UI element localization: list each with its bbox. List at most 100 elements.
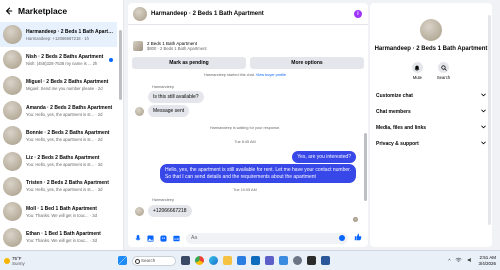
chat-list-item[interactable]: Liz · 2 Beds 2 Baths Apartment You: Hello… bbox=[0, 148, 117, 173]
chat-text: Amanda · 2 Beds 2 Baths Apartment You: He… bbox=[26, 105, 117, 117]
chat-list-item[interactable]: Nish · 2 Beds 2 Baths Apartment Nish: (45… bbox=[0, 47, 117, 72]
chat-list-item[interactable]: Harmandeep · 2 Beds 1 Bath Apartment Harm… bbox=[0, 22, 117, 48]
menu-item-label: Chat members bbox=[376, 109, 411, 115]
windows-taskbar: 75°F Sunny Search ^ 2:51 AM 3/4/2026 bbox=[0, 250, 500, 270]
chrome-icon[interactable] bbox=[195, 256, 204, 265]
emoji-icon[interactable] bbox=[339, 235, 345, 241]
menu-item-label: Privacy & support bbox=[376, 141, 419, 147]
chat-list-item[interactable]: Bonnie · 2 Beds 2 Baths Apartment You: He… bbox=[0, 123, 117, 148]
incoming-message[interactable]: Message sent bbox=[148, 105, 190, 117]
avatar bbox=[3, 75, 22, 95]
sticker-icon[interactable] bbox=[160, 234, 167, 242]
image-icon[interactable] bbox=[147, 234, 154, 242]
avatar bbox=[3, 176, 22, 196]
chat-preview: You: Hello, yes, the apartment is st... … bbox=[26, 136, 103, 142]
chat-info-menu-item[interactable]: Media, files and links bbox=[370, 120, 492, 136]
taskbar-search[interactable]: Search bbox=[132, 255, 176, 266]
chat-info-menu-item[interactable]: Customize chat bbox=[370, 88, 492, 104]
view-buyer-profile-link[interactable]: View buyer profile bbox=[256, 73, 286, 77]
word-icon[interactable] bbox=[321, 256, 330, 265]
chat-text: Nish · 2 Beds 2 Baths Apartment Nish: (45… bbox=[26, 54, 117, 66]
wifi-icon[interactable] bbox=[455, 257, 462, 264]
chat-list-item[interactable]: Ethan · 1 Bed 1 Bath Apartment You: Thank… bbox=[0, 224, 117, 249]
chevron-up-icon[interactable]: ^ bbox=[448, 258, 450, 263]
incoming-message[interactable]: Is this still available? bbox=[148, 91, 204, 103]
settings-gear-icon[interactable] bbox=[293, 256, 302, 265]
mail-icon[interactable] bbox=[251, 256, 260, 265]
chat-started-notice: Harmandeep started this chat. View buyer… bbox=[128, 73, 362, 77]
system-tray: ^ 2:51 AM 3/4/2026 bbox=[448, 255, 496, 266]
avatar bbox=[3, 101, 22, 121]
search-action[interactable]: Search bbox=[437, 62, 450, 80]
chat-list-scrollbar[interactable] bbox=[119, 30, 122, 100]
chat-text: Ethan · 1 Bed 1 Bath Apartment You: Thank… bbox=[26, 231, 117, 243]
windows-start-icon[interactable] bbox=[118, 256, 127, 265]
message-input-placeholder: Aa bbox=[191, 235, 198, 241]
info-icon[interactable]: i bbox=[354, 9, 362, 18]
file-explorer-icon[interactable] bbox=[223, 256, 232, 265]
chat-preview: Miguel: Send me you number please · 2d bbox=[26, 86, 103, 92]
sender-avatar[interactable] bbox=[135, 107, 144, 116]
store-icon[interactable] bbox=[237, 256, 246, 265]
mute-action[interactable]: Mute bbox=[411, 62, 423, 80]
chat-list-item[interactable]: Miguel · 2 Beds 2 Baths Apartment Miguel:… bbox=[0, 73, 117, 98]
microphone-icon[interactable] bbox=[134, 234, 141, 242]
photos-icon[interactable] bbox=[279, 256, 288, 265]
weather-widget[interactable]: 75°F Sunny bbox=[4, 256, 25, 266]
sender-avatar[interactable] bbox=[135, 207, 144, 216]
message-input[interactable]: Aa bbox=[186, 232, 348, 244]
avatar bbox=[3, 50, 22, 70]
listing-price: $800 · 2 Beds 1 Bath Apartment bbox=[147, 45, 207, 51]
outgoing-message[interactable]: Hello, yes, the apartment is still avail… bbox=[160, 164, 356, 183]
messenger-app: Marketplace Harmandeep · 2 Beds 1 Bath A… bbox=[0, 0, 500, 250]
volume-icon[interactable] bbox=[467, 257, 473, 264]
taskbar-apps: Search bbox=[118, 255, 330, 266]
conversation-avatar[interactable] bbox=[133, 6, 147, 21]
profile-avatar[interactable] bbox=[420, 19, 442, 41]
chat-name: Tristen · 2 Beds 2 Baths Apartment bbox=[26, 180, 109, 187]
conversation-title[interactable]: Harmandeep · 2 Beds 1 Bath Apartment bbox=[151, 11, 350, 17]
chat-preview: You: Hello, yes, the apartment is st... … bbox=[26, 111, 103, 117]
conversation-scrollbar[interactable] bbox=[364, 133, 367, 201]
chat-info-menu: Customize chat Chat members Media, files a… bbox=[370, 88, 492, 152]
incoming-message[interactable]: +12066667218 bbox=[148, 205, 192, 217]
back-arrow-icon[interactable] bbox=[4, 6, 14, 16]
seen-indicator bbox=[353, 217, 358, 222]
chat-text: Liz · 2 Beds 2 Baths Apartment You: Hello… bbox=[26, 155, 117, 167]
chat-list-item[interactable]: Moll · 1 Bed 1 Bath Apartment You: Thanks… bbox=[0, 199, 117, 224]
listing-card[interactable]: 2 Beds 1 Bath Apartment $800 · 2 Beds 1 … bbox=[128, 38, 368, 53]
chat-text: Tristen · 2 Beds 2 Baths Apartment You: H… bbox=[26, 180, 117, 192]
outgoing-message[interactable]: Yes, are you interested? bbox=[292, 151, 356, 163]
avatar bbox=[3, 227, 22, 247]
chat-name: Nish · 2 Beds 2 Baths Apartment bbox=[26, 53, 104, 60]
taskbar-search-placeholder: Search bbox=[141, 258, 156, 263]
chat-name: Bonnie · 2 Beds 2 Baths Apartment bbox=[26, 129, 110, 136]
gif-icon[interactable]: GIF bbox=[173, 235, 180, 242]
bell-icon[interactable] bbox=[411, 62, 423, 73]
svg-text:GIF: GIF bbox=[174, 236, 179, 240]
chat-preview: Harmandeep: +12066667218 · 1h bbox=[26, 35, 89, 41]
chat-info-menu-item[interactable]: Chat members bbox=[370, 104, 492, 120]
taskbar-clock[interactable]: 2:51 AM 3/4/2026 bbox=[478, 255, 496, 266]
sun-icon bbox=[4, 257, 10, 264]
edge-icon[interactable] bbox=[209, 256, 218, 265]
thumbs-up-icon[interactable] bbox=[354, 233, 362, 243]
chat-text: Moll · 1 Bed 1 Bath Apartment You: Thanks… bbox=[26, 206, 117, 218]
left-header: Marketplace bbox=[0, 0, 123, 22]
chevron-down-icon bbox=[481, 93, 486, 99]
chat-preview: You: Thanks. We will get in touc... · 3d bbox=[26, 238, 97, 244]
chat-list-item[interactable]: Tristen · 2 Beds 2 Baths Apartment You: H… bbox=[0, 174, 117, 199]
teams-icon[interactable] bbox=[265, 256, 274, 265]
chat-info-scrollbar[interactable] bbox=[488, 15, 491, 225]
weather-desc: Sunny bbox=[12, 260, 25, 266]
mute-label: Mute bbox=[412, 75, 423, 80]
chat-info-panel: Harmandeep · 2 Beds 1 Bath Apartment Mut… bbox=[370, 3, 492, 247]
search-icon[interactable] bbox=[438, 62, 449, 73]
chat-preview: Nish: (458)328-7538 my name is ... 2h bbox=[26, 60, 98, 66]
chat-info-menu-item[interactable]: Privacy & support bbox=[370, 136, 492, 152]
search-label: Search bbox=[436, 75, 451, 80]
terminal-icon[interactable] bbox=[307, 256, 316, 265]
chat-list-item[interactable]: Amanda · 2 Beds 2 Baths Apartment You: He… bbox=[0, 98, 117, 123]
task-view-icon[interactable] bbox=[181, 256, 190, 265]
menu-item-label: Customize chat bbox=[376, 93, 413, 99]
